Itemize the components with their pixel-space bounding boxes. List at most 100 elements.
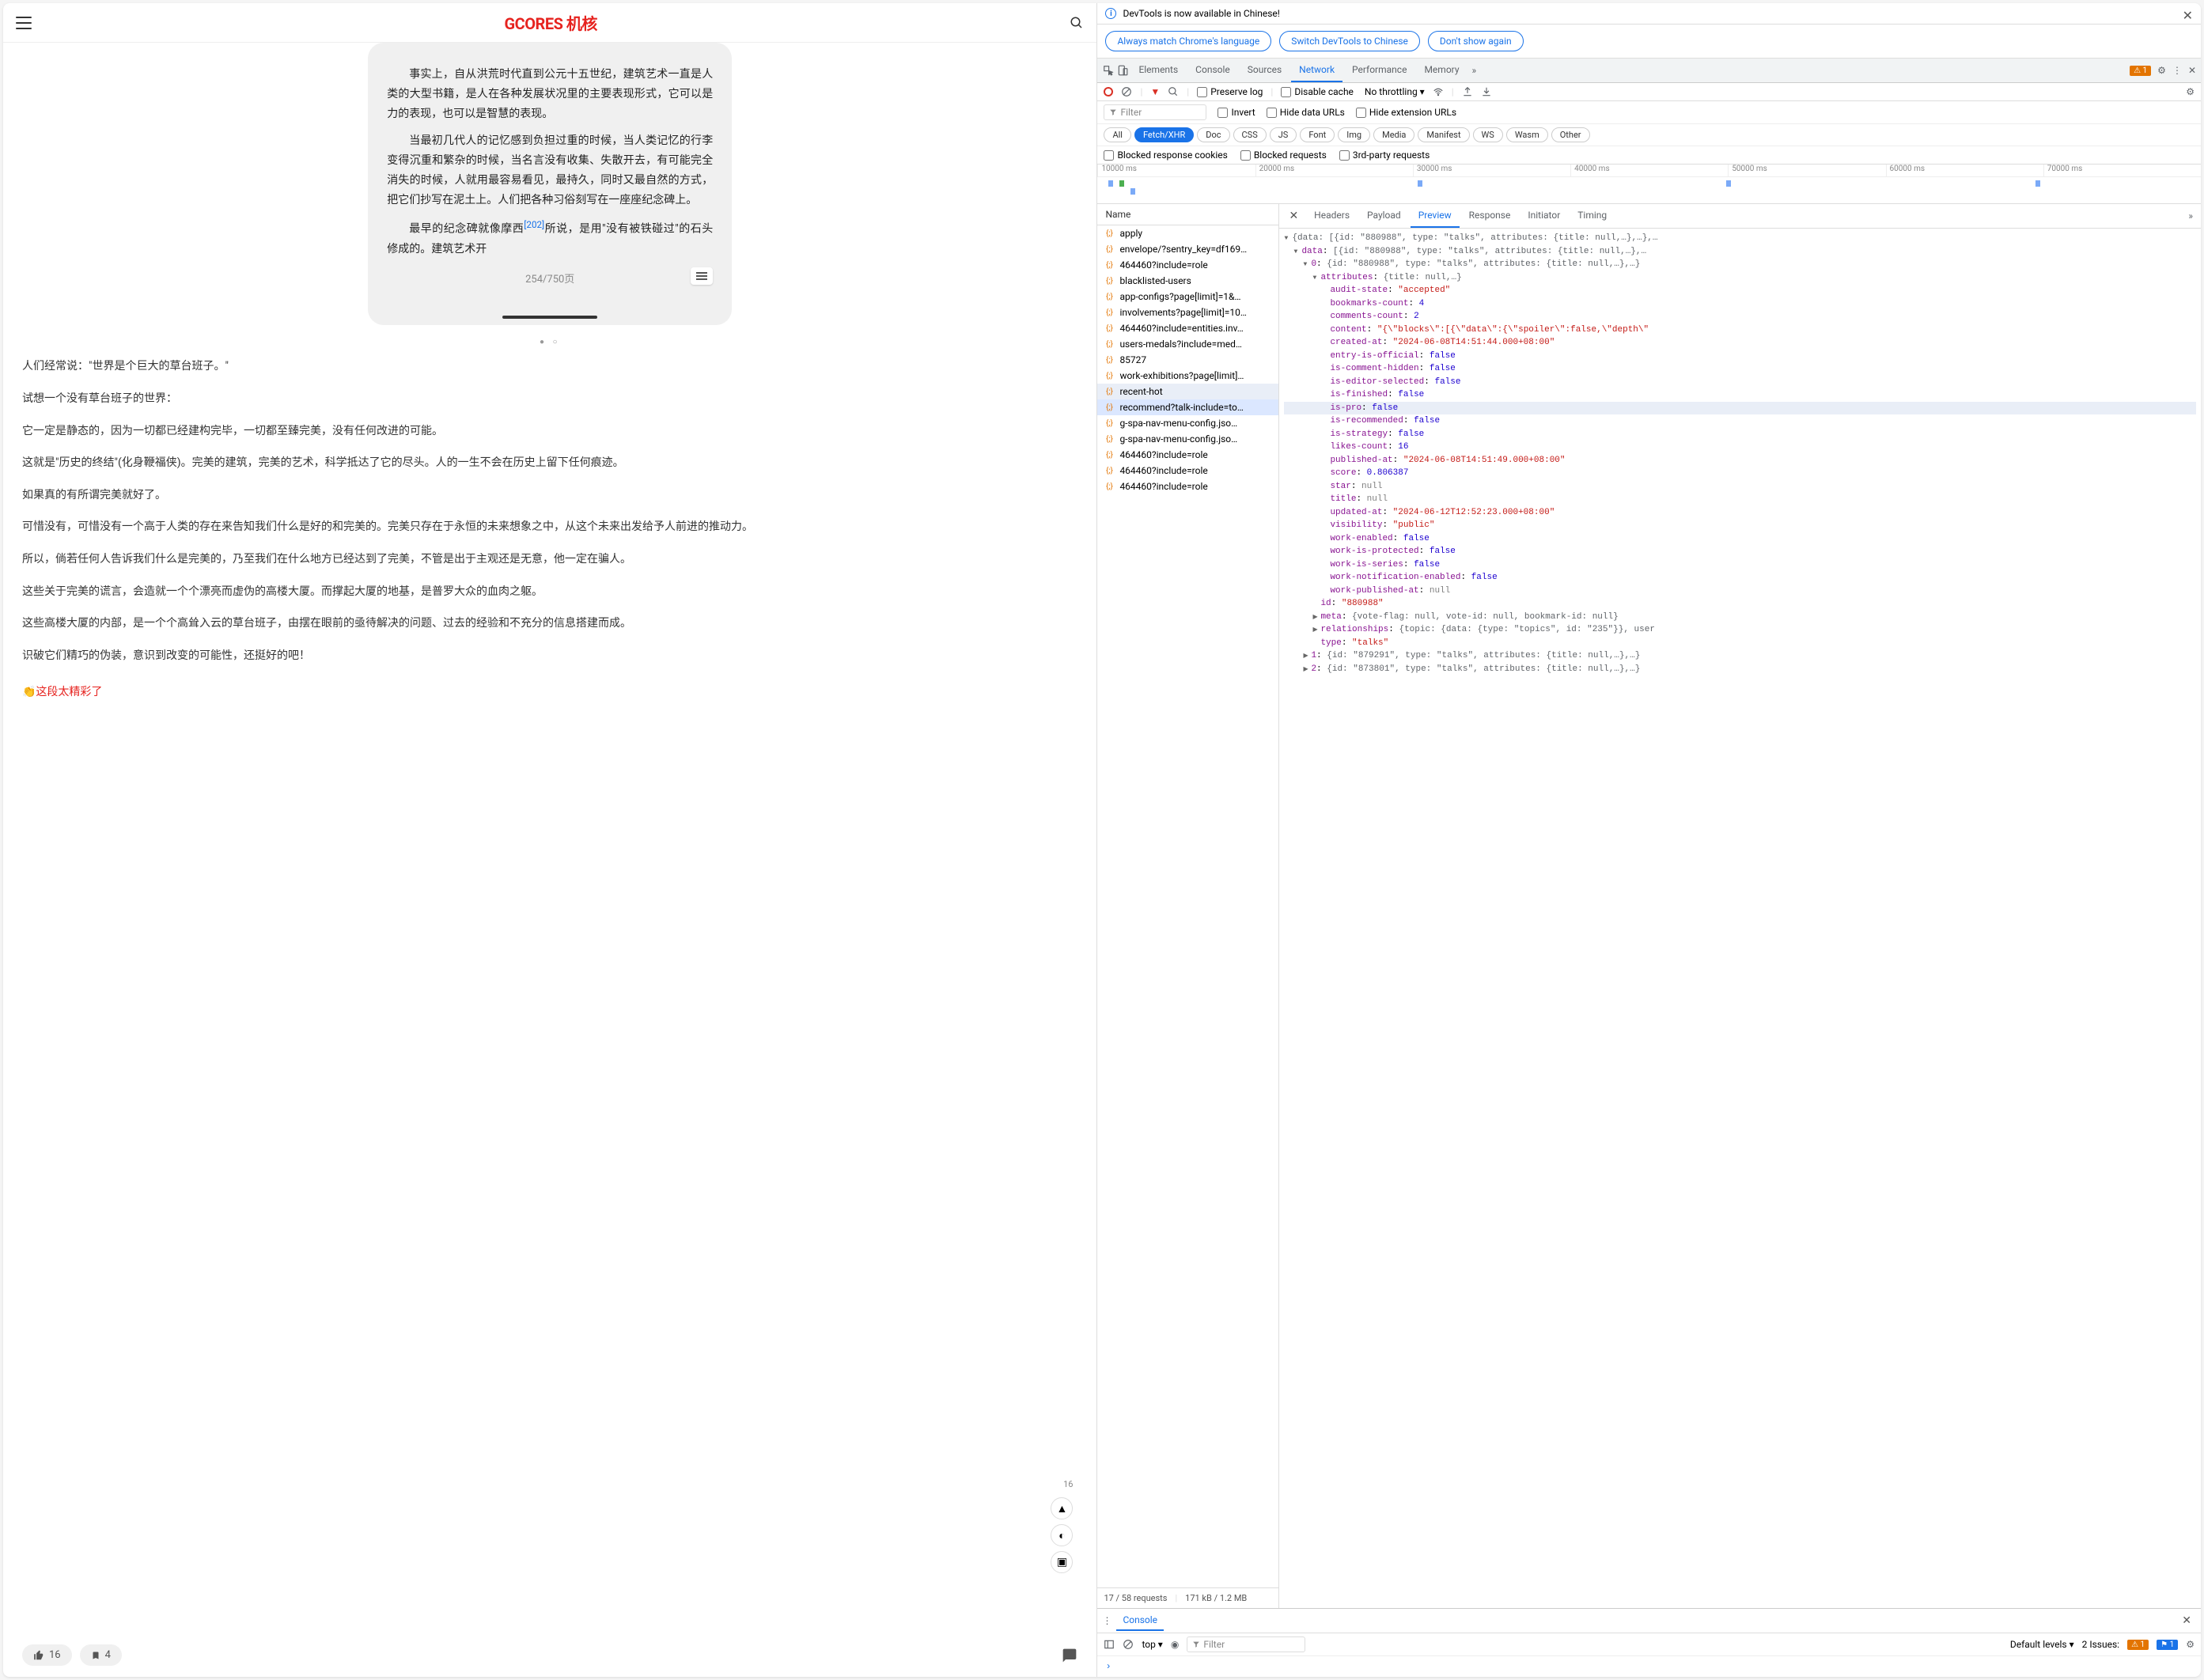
invert-checkbox[interactable]: Invert	[1218, 107, 1255, 118]
request-row[interactable]: {;}app-configs?page[limit]=1&…	[1097, 289, 1278, 305]
json-line[interactable]: attributes: {title: null,…}	[1284, 271, 2196, 285]
detail-tab-payload[interactable]: Payload	[1359, 204, 1409, 228]
json-line[interactable]: is-editor-selected: false	[1284, 376, 2196, 389]
tab-console[interactable]: Console	[1187, 59, 1238, 82]
footnote-ref[interactable]: [202]	[524, 219, 544, 230]
json-line[interactable]: is-pro: false	[1284, 402, 2196, 415]
json-line[interactable]: work-published-at: null	[1284, 585, 2196, 598]
request-row[interactable]: {;}recent-hot	[1097, 384, 1278, 399]
json-line[interactable]: published-at: "2024-06-08T14:51:49.000+0…	[1284, 454, 2196, 467]
preserve-log-checkbox[interactable]: Preserve log	[1197, 86, 1263, 97]
bookmark-button[interactable]: 4	[80, 1644, 122, 1666]
json-line[interactable]: work-is-protected: false	[1284, 545, 2196, 558]
json-line[interactable]: work-notification-enabled: false	[1284, 571, 2196, 585]
console-tab[interactable]: Console	[1116, 1610, 1164, 1631]
reader-menu-icon[interactable]	[691, 267, 713, 285]
download-icon[interactable]	[1481, 86, 1492, 97]
kebab-icon[interactable]: ⋮	[2172, 65, 2182, 76]
type-chip-all[interactable]: All	[1104, 127, 1131, 142]
request-row[interactable]: {;}464460?include=entities.inv…	[1097, 320, 1278, 336]
json-line[interactable]: content: "{\"blocks\":[{\"data\":{\"spoi…	[1284, 324, 2196, 337]
gear-icon-2[interactable]: ⚙	[2186, 86, 2195, 97]
json-line[interactable]: updated-at: "2024-06-12T12:52:23.000+08:…	[1284, 506, 2196, 520]
issue-blue-badge[interactable]: ⚑ 1	[2157, 1640, 2178, 1650]
drawer-kebab-icon[interactable]: ⋮	[1102, 1615, 1111, 1626]
json-line[interactable]: likes-count: 16	[1284, 441, 2196, 454]
throttling-select[interactable]: No throttling ▾	[1365, 86, 1425, 97]
type-chip-doc[interactable]: Doc	[1197, 127, 1229, 142]
context-select[interactable]: top ▾	[1142, 1639, 1162, 1650]
request-row[interactable]: {;}envelope/?sentry_key=df169…	[1097, 241, 1278, 257]
type-chip-manifest[interactable]: Manifest	[1418, 127, 1469, 142]
disable-cache-checkbox[interactable]: Disable cache	[1281, 86, 1354, 97]
json-line[interactable]: type: "talks"	[1284, 637, 2196, 650]
console-gear-icon[interactable]: ⚙	[2186, 1639, 2195, 1650]
lang-dont-show[interactable]: Don't show again	[1428, 31, 1524, 51]
json-line[interactable]: id: "880988"	[1284, 597, 2196, 611]
name-column-header[interactable]: Name	[1097, 204, 1278, 225]
close-icon[interactable]: ✕	[2183, 8, 2193, 23]
detail-tab-timing[interactable]: Timing	[1570, 204, 1615, 228]
gear-icon[interactable]: ⚙	[2157, 65, 2166, 76]
json-line[interactable]: work-enabled: false	[1284, 532, 2196, 546]
type-chip-media[interactable]: Media	[1373, 127, 1414, 142]
theme-button[interactable]: ◐	[1051, 1524, 1073, 1546]
request-row[interactable]: {;}464460?include=role	[1097, 257, 1278, 273]
inspect-icon[interactable]	[1102, 64, 1115, 77]
json-line[interactable]: visibility: "public"	[1284, 519, 2196, 532]
lang-switch-chinese[interactable]: Switch DevTools to Chinese	[1279, 31, 1420, 51]
detail-close-icon[interactable]: ✕	[1282, 206, 1305, 225]
device-icon[interactable]	[1116, 64, 1129, 77]
detail-more[interactable]: »	[2183, 210, 2198, 221]
blocked-cookies-checkbox[interactable]: Blocked response cookies	[1104, 149, 1227, 161]
json-line[interactable]: is-strategy: false	[1284, 428, 2196, 441]
tab-sources[interactable]: Sources	[1240, 59, 1289, 82]
record-button[interactable]	[1104, 87, 1113, 96]
request-row[interactable]: {;}g-spa-nav-menu-config.jso…	[1097, 431, 1278, 447]
thirdparty-checkbox[interactable]: 3rd-party requests	[1339, 149, 1430, 161]
json-line[interactable]: {data: [{id: "880988", type: "talks", at…	[1284, 232, 2196, 245]
hide-data-checkbox[interactable]: Hide data URLs	[1267, 107, 1345, 118]
tab-elements[interactable]: Elements	[1130, 59, 1186, 82]
lang-always-match[interactable]: Always match Chrome's language	[1105, 31, 1271, 51]
hamburger-icon[interactable]	[16, 17, 32, 29]
type-chip-ws[interactable]: WS	[1473, 127, 1503, 142]
request-row[interactable]: {;}blacklisted-users	[1097, 273, 1278, 289]
clear-icon[interactable]	[1121, 86, 1132, 97]
request-row[interactable]: {;}g-spa-nav-menu-config.jso…	[1097, 415, 1278, 431]
filter-input[interactable]: Filter	[1104, 104, 1206, 120]
json-line[interactable]: work-is-series: false	[1284, 558, 2196, 572]
type-chip-font[interactable]: Font	[1300, 127, 1335, 142]
json-line[interactable]: 2: {id: "873801", type: "talks", attribu…	[1284, 663, 2196, 676]
request-row[interactable]: {;}464460?include=role	[1097, 479, 1278, 494]
scroll-top-button[interactable]: ▲	[1051, 1497, 1073, 1519]
request-row[interactable]: {;}apply	[1097, 225, 1278, 241]
type-chip-js[interactable]: JS	[1270, 127, 1297, 142]
filter-funnel-icon[interactable]: ▼	[1150, 86, 1160, 97]
json-line[interactable]: star: null	[1284, 480, 2196, 494]
issue-yellow-badge[interactable]: ⚠ 1	[2127, 1640, 2149, 1650]
console-prompt[interactable]: ›	[1097, 1656, 2201, 1677]
comment-icon[interactable]	[1062, 1648, 1077, 1663]
json-line[interactable]: is-finished: false	[1284, 388, 2196, 402]
json-line[interactable]: meta: {vote-flag: null, vote-id: null, b…	[1284, 611, 2196, 624]
search-icon[interactable]	[1070, 16, 1084, 30]
json-line[interactable]: created-at: "2024-06-08T14:51:44.000+08:…	[1284, 336, 2196, 350]
json-line[interactable]: is-recommended: false	[1284, 414, 2196, 428]
json-line[interactable]: is-comment-hidden: false	[1284, 362, 2196, 376]
detail-tab-initiator[interactable]: Initiator	[1520, 204, 1568, 228]
request-row[interactable]: {;}85727	[1097, 352, 1278, 368]
devtools-close-icon[interactable]: ✕	[2188, 65, 2196, 76]
type-chip-other[interactable]: Other	[1551, 127, 1590, 142]
json-line[interactable]: comments-count: 2	[1284, 310, 2196, 324]
tab-network[interactable]: Network	[1291, 59, 1342, 82]
request-row[interactable]: {;}users-medals?include=med…	[1097, 336, 1278, 352]
json-line[interactable]: title: null	[1284, 493, 2196, 506]
console-close-icon[interactable]: ✕	[2177, 1613, 2196, 1629]
network-timeline[interactable]: 10000 ms20000 ms30000 ms40000 ms50000 ms…	[1097, 165, 2201, 204]
console-clear-icon[interactable]	[1123, 1639, 1134, 1650]
json-line[interactable]: 1: {id: "879291", type: "talks", attribu…	[1284, 649, 2196, 663]
detail-tab-preview[interactable]: Preview	[1411, 204, 1460, 228]
share-button[interactable]: ▣	[1051, 1551, 1073, 1573]
type-chip-fetch-xhr[interactable]: Fetch/XHR	[1134, 127, 1194, 142]
